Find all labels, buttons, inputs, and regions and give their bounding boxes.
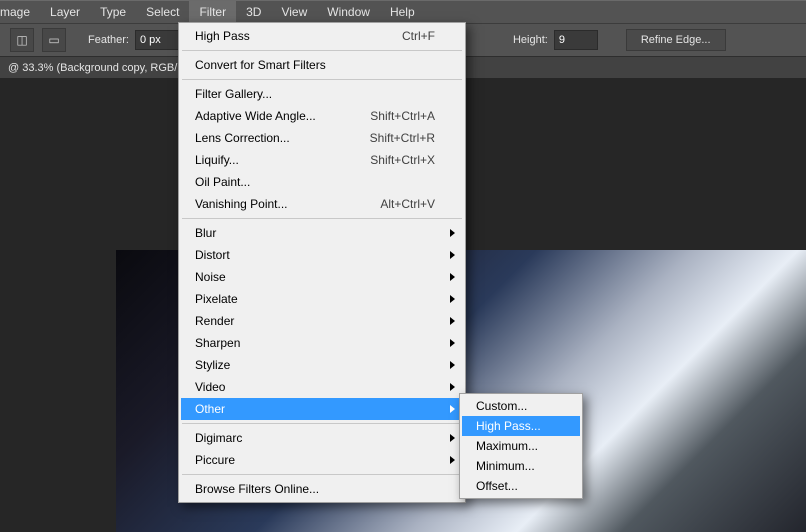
chevron-right-icon bbox=[450, 339, 455, 347]
filter-menu-item-sharpen[interactable]: Sharpen bbox=[181, 332, 463, 354]
chevron-right-icon bbox=[450, 361, 455, 369]
menu-item-label: Lens Correction... bbox=[195, 131, 370, 145]
menu-separator bbox=[182, 79, 462, 80]
filter-menu-item-browse-filters-online[interactable]: Browse Filters Online... bbox=[181, 478, 463, 500]
menu-item-label: High Pass bbox=[195, 29, 402, 43]
chevron-right-icon bbox=[450, 317, 455, 325]
menu-view[interactable]: View bbox=[271, 1, 317, 23]
menu-layer[interactable]: Layer bbox=[40, 1, 90, 23]
filter-menu: High PassCtrl+F Convert for Smart Filters… bbox=[178, 22, 466, 503]
menu-item-label: Convert for Smart Filters bbox=[195, 58, 435, 72]
menu-filter[interactable]: Filter bbox=[189, 1, 236, 23]
selection-mode-icon[interactable]: ▭ bbox=[42, 28, 66, 52]
selection-mode-glyph: ▭ bbox=[48, 33, 59, 47]
menu-separator bbox=[182, 218, 462, 219]
filter-menu-item-oil-paint[interactable]: Oil Paint... bbox=[181, 171, 463, 193]
submenu-item-label: Custom... bbox=[476, 399, 527, 413]
filter-menu-item-digimarc[interactable]: Digimarc bbox=[181, 427, 463, 449]
menu-item-shortcut: Shift+Ctrl+R bbox=[370, 131, 435, 145]
submenu-item-offset[interactable]: Offset... bbox=[462, 476, 580, 496]
menu-mage[interactable]: mage bbox=[0, 1, 40, 23]
filter-menu-item-high-pass[interactable]: High PassCtrl+F bbox=[181, 25, 463, 47]
menu-separator bbox=[182, 423, 462, 424]
menu-item-label: Filter Gallery... bbox=[195, 87, 435, 101]
filter-menu-item-piccure[interactable]: Piccure bbox=[181, 449, 463, 471]
filter-menu-item-pixelate[interactable]: Pixelate bbox=[181, 288, 463, 310]
filter-menu-item-video[interactable]: Video bbox=[181, 376, 463, 398]
filter-other-submenu: Custom... High Pass... Maximum... Minimum..… bbox=[459, 393, 583, 499]
filter-menu-item-lens-correction[interactable]: Lens Correction...Shift+Ctrl+R bbox=[181, 127, 463, 149]
menu-item-label: Vanishing Point... bbox=[195, 197, 380, 211]
menu-item-label: Render bbox=[195, 314, 435, 328]
menu-item-label: Pixelate bbox=[195, 292, 435, 306]
menu-window[interactable]: Window bbox=[317, 1, 380, 23]
menu-item-label: Other bbox=[195, 402, 435, 416]
filter-menu-item-distort[interactable]: Distort bbox=[181, 244, 463, 266]
filter-menu-item-convert-for-smart-filters[interactable]: Convert for Smart Filters bbox=[181, 54, 463, 76]
menu-3d[interactable]: 3D bbox=[236, 1, 271, 23]
filter-menu-item-liquify[interactable]: Liquify...Shift+Ctrl+X bbox=[181, 149, 463, 171]
menu-item-label: Blur bbox=[195, 226, 435, 240]
chevron-right-icon bbox=[450, 456, 455, 464]
submenu-item-label: Offset... bbox=[476, 479, 518, 493]
chevron-right-icon bbox=[450, 251, 455, 259]
menu-item-shortcut: Shift+Ctrl+X bbox=[370, 153, 435, 167]
chevron-right-icon bbox=[450, 434, 455, 442]
submenu-item-custom[interactable]: Custom... bbox=[462, 396, 580, 416]
menu-type[interactable]: Type bbox=[90, 1, 136, 23]
document-tab[interactable]: @ 33.3% (Background copy, RGB/ bbox=[0, 62, 185, 74]
menu-item-label: Video bbox=[195, 380, 435, 394]
chevron-right-icon bbox=[450, 383, 455, 391]
menu-item-label: Sharpen bbox=[195, 336, 435, 350]
menu-item-label: Noise bbox=[195, 270, 435, 284]
filter-menu-item-vanishing-point[interactable]: Vanishing Point...Alt+Ctrl+V bbox=[181, 193, 463, 215]
menu-item-label: Distort bbox=[195, 248, 435, 262]
filter-menu-item-blur[interactable]: Blur bbox=[181, 222, 463, 244]
filter-menu-item-stylize[interactable]: Stylize bbox=[181, 354, 463, 376]
submenu-item-label: High Pass... bbox=[476, 419, 541, 433]
menu-select[interactable]: Select bbox=[136, 1, 189, 23]
submenu-item-maximum[interactable]: Maximum... bbox=[462, 436, 580, 456]
filter-menu-item-filter-gallery[interactable]: Filter Gallery... bbox=[181, 83, 463, 105]
menu-separator bbox=[182, 50, 462, 51]
tool-preset-icon[interactable]: ◫ bbox=[10, 28, 34, 52]
height-input[interactable] bbox=[554, 30, 598, 50]
menu-item-label: Liquify... bbox=[195, 153, 370, 167]
chevron-right-icon bbox=[450, 405, 455, 413]
menu-item-label: Piccure bbox=[195, 453, 435, 467]
menu-item-shortcut: Ctrl+F bbox=[402, 29, 435, 43]
menu-item-label: Oil Paint... bbox=[195, 175, 435, 189]
tool-preset-glyph: ◫ bbox=[16, 33, 27, 47]
filter-menu-item-render[interactable]: Render bbox=[181, 310, 463, 332]
menu-item-shortcut: Shift+Ctrl+A bbox=[370, 109, 435, 123]
chevron-right-icon bbox=[450, 229, 455, 237]
filter-menu-item-adaptive-wide-angle[interactable]: Adaptive Wide Angle...Shift+Ctrl+A bbox=[181, 105, 463, 127]
submenu-item-minimum[interactable]: Minimum... bbox=[462, 456, 580, 476]
filter-menu-item-other[interactable]: Other bbox=[181, 398, 463, 420]
menu-help[interactable]: Help bbox=[380, 1, 425, 23]
filter-menu-item-noise[interactable]: Noise bbox=[181, 266, 463, 288]
submenu-item-label: Maximum... bbox=[476, 439, 538, 453]
menu-item-label: Digimarc bbox=[195, 431, 435, 445]
chevron-right-icon bbox=[450, 273, 455, 281]
submenu-item-high-pass[interactable]: High Pass... bbox=[462, 416, 580, 436]
height-label: Height: bbox=[513, 34, 548, 46]
menu-item-label: Adaptive Wide Angle... bbox=[195, 109, 370, 123]
menu-item-label: Stylize bbox=[195, 358, 435, 372]
feather-label: Feather: bbox=[88, 34, 129, 46]
menu-separator bbox=[182, 474, 462, 475]
menubar: mageLayerTypeSelectFilter3DViewWindowHel… bbox=[0, 0, 806, 24]
chevron-right-icon bbox=[450, 295, 455, 303]
submenu-item-label: Minimum... bbox=[476, 459, 535, 473]
refine-edge-button[interactable]: Refine Edge... bbox=[626, 29, 726, 51]
menu-item-label: Browse Filters Online... bbox=[195, 482, 435, 496]
menu-item-shortcut: Alt+Ctrl+V bbox=[380, 197, 435, 211]
